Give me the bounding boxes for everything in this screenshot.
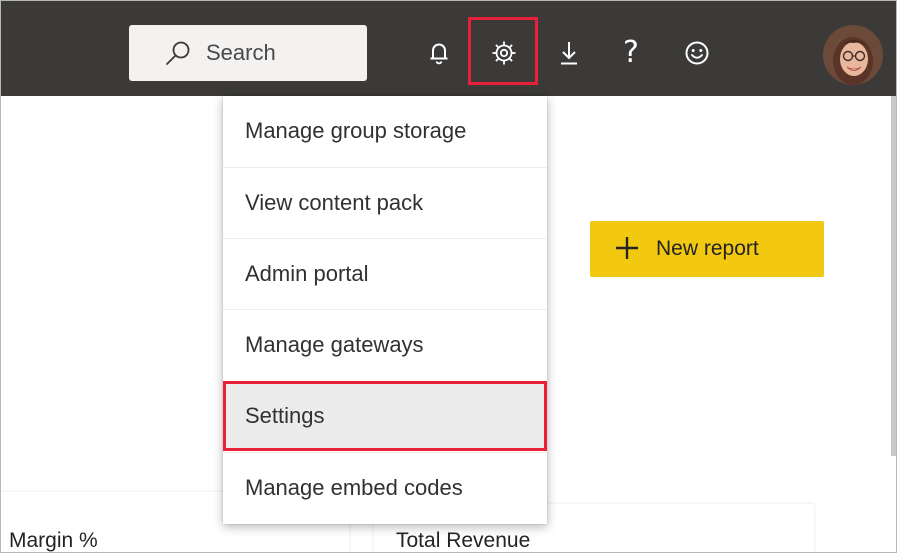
help-button[interactable]: ? — [613, 25, 649, 81]
menu-item-manage-group-storage[interactable]: Manage group storage — [223, 96, 547, 166]
search-placeholder: Search — [206, 40, 276, 65]
download-button[interactable] — [551, 25, 587, 81]
avatar-photo — [823, 25, 883, 85]
menu-item-label: Admin portal — [245, 261, 369, 286]
margin-card-title: Margin % — [9, 529, 98, 552]
menu-item-label: View content pack — [245, 190, 424, 215]
smiley-icon — [685, 41, 709, 65]
menu-item-label: Manage group storage — [245, 118, 467, 143]
total-revenue-card-title: Total Revenue — [396, 529, 531, 552]
download-icon — [561, 42, 577, 65]
menu-item-manage-gateways[interactable]: Manage gateways — [223, 309, 547, 379]
top-bar: Search ? — [1, 1, 896, 96]
menu-item-admin-portal[interactable]: Admin portal — [223, 238, 547, 308]
user-avatar[interactable] — [823, 25, 883, 85]
search-box[interactable]: Search — [129, 25, 367, 81]
menu-item-settings[interactable]: Settings — [223, 381, 547, 451]
settings-dropdown-menu: Manage group storage View content pack A… — [223, 96, 547, 524]
plus-icon — [616, 237, 638, 259]
menu-item-label: Manage gateways — [245, 332, 424, 357]
gear-icon — [492, 41, 516, 65]
search-icon — [166, 41, 190, 65]
menu-item-manage-embed-codes[interactable]: Manage embed codes — [223, 452, 547, 522]
help-icon: ? — [623, 35, 639, 70]
settings-button[interactable] — [486, 25, 522, 81]
notifications-button[interactable] — [421, 25, 457, 81]
new-report-button[interactable]: New report — [590, 221, 824, 277]
menu-item-label: Settings — [245, 403, 325, 428]
bell-icon — [430, 43, 448, 65]
menu-item-label: Manage embed codes — [245, 475, 463, 500]
menu-item-view-content-pack[interactable]: View content pack — [223, 167, 547, 237]
powerbi-window: New report Margin % Total Revenue Search — [0, 0, 897, 553]
new-report-label: New report — [656, 237, 759, 260]
feedback-button[interactable] — [679, 25, 715, 81]
vertical-scrollbar[interactable] — [891, 96, 896, 456]
